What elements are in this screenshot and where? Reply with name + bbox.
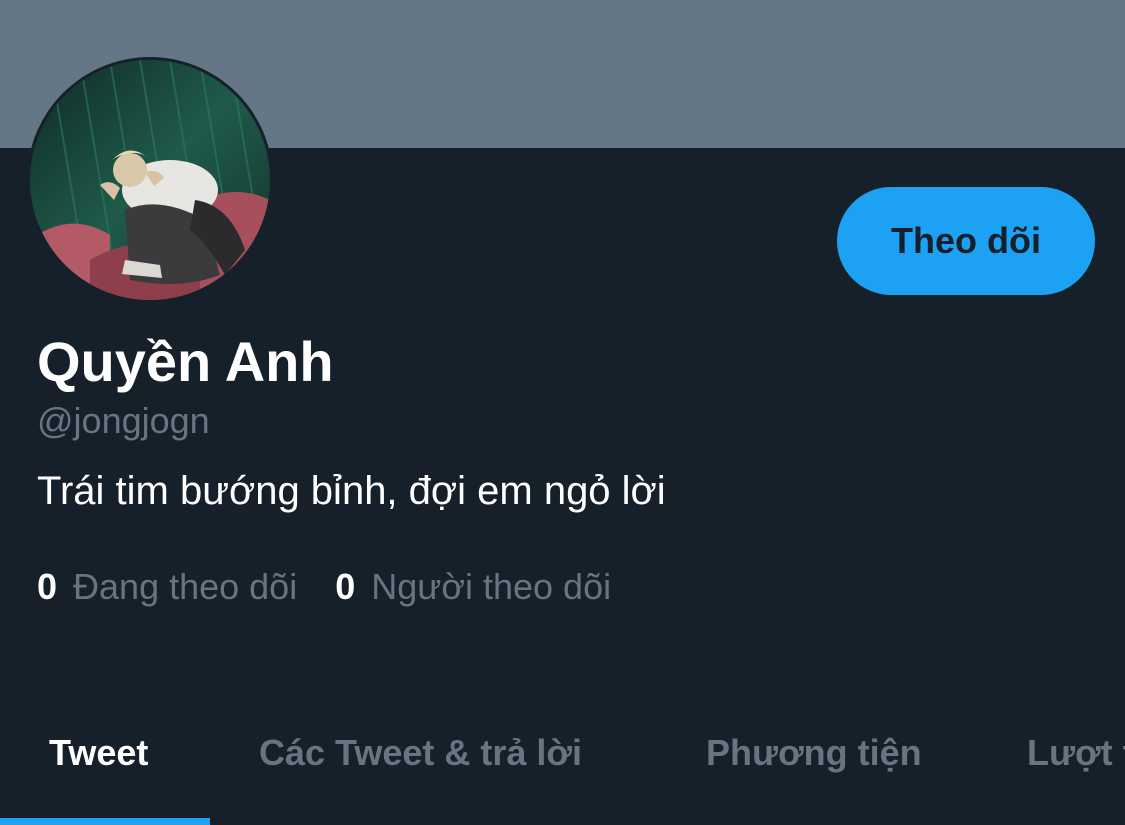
tab-tweets[interactable]: Tweet [49,705,148,825]
followers-label: Người theo dõi [371,566,612,607]
display-name: Quyền Anh [37,330,334,393]
active-tab-indicator [0,818,210,825]
tab-tweets-and-replies[interactable]: Các Tweet & trả lời [259,705,582,825]
avatar-photo-icon [30,60,270,300]
tab-likes[interactable]: Lượt thích [1027,705,1125,825]
profile-bio: Trái tim bướng bỉnh, đợi em ngỏ lời [37,469,666,513]
following-stat[interactable]: 0 Đang theo dõi [37,566,297,608]
profile-stats: 0 Đang theo dõi 0 Người theo dõi [37,566,649,610]
profile-page: Theo dõi Quyền Anh @jongjogn Trái tim bư… [0,0,1125,825]
followers-stat[interactable]: 0 Người theo dõi [335,566,611,608]
followers-count: 0 [335,566,356,607]
follow-button[interactable]: Theo dõi [837,187,1095,295]
avatar[interactable] [27,57,273,303]
user-handle: @jongjogn [37,400,210,441]
following-label: Đang theo dõi [73,566,298,607]
following-count: 0 [37,566,58,607]
profile-tabs: Tweet Các Tweet & trả lời Phương tiện Lư… [0,705,1125,825]
tab-media[interactable]: Phương tiện [706,705,922,825]
